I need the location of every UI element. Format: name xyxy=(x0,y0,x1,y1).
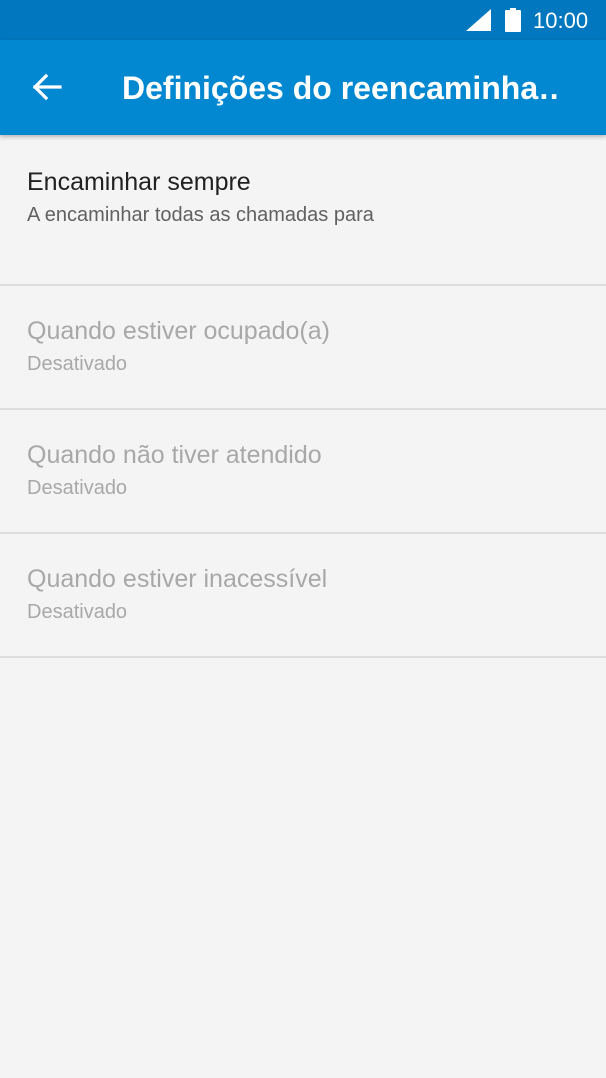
battery-icon xyxy=(505,8,521,32)
cellular-signal-icon xyxy=(466,9,491,31)
forward-always-label: Encaminhar sempre xyxy=(27,168,251,196)
status-bar: 10:00 xyxy=(0,0,606,40)
forwarding-settings-list: Encaminhar sempre A encaminhar todas as … xyxy=(0,135,606,658)
page-title: Definições do reencaminha… xyxy=(122,70,562,106)
status-time: 10:00 xyxy=(533,8,589,33)
forward-when-unanswered-summary: Desativado xyxy=(27,477,128,499)
forward-always-summary: A encaminhar todas as chamadas para xyxy=(27,204,374,226)
forward-when-busy-item[interactable]: Quando estiver ocupado(a) Desativado xyxy=(0,286,606,410)
forward-when-unanswered-label: Quando não tiver atendido xyxy=(27,441,322,469)
forward-when-unreachable-summary: Desativado xyxy=(27,601,128,623)
forward-when-unreachable-item[interactable]: Quando estiver inacessível Desativado xyxy=(0,534,606,658)
forward-when-busy-summary: Desativado xyxy=(27,353,128,375)
arrow-back-icon[interactable] xyxy=(30,70,64,104)
forward-when-unanswered-item[interactable]: Quando não tiver atendido Desativado xyxy=(0,410,606,534)
app-bar: Definições do reencaminha… xyxy=(0,40,606,135)
forward-always-item[interactable]: Encaminhar sempre A encaminhar todas as … xyxy=(0,135,606,286)
forward-when-busy-label: Quando estiver ocupado(a) xyxy=(27,317,330,345)
forward-when-unreachable-label: Quando estiver inacessível xyxy=(27,565,328,593)
